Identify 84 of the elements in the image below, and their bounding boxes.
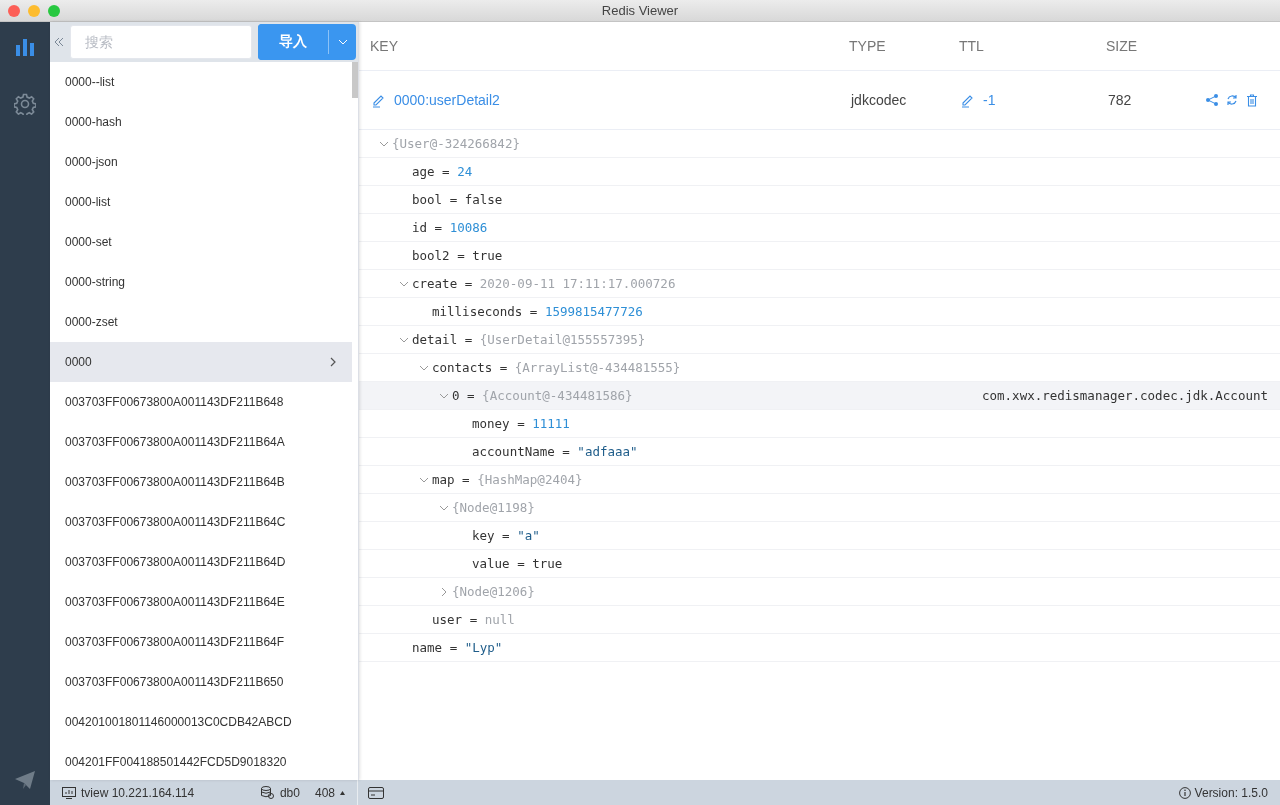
card-icon[interactable]	[368, 786, 384, 799]
key-list-item[interactable]: 003703FF00673800A001143DF211B64E	[50, 582, 352, 622]
key-list-item[interactable]: 0000--list	[50, 62, 352, 102]
database-name[interactable]: db0	[279, 785, 300, 800]
chevron-right-icon[interactable]	[439, 586, 449, 597]
key-count: 408	[314, 785, 335, 800]
tree-node-text: age = 24	[412, 164, 473, 179]
tree-node-text: milliseconds = 1599815477726	[432, 304, 643, 319]
refresh-icon[interactable]	[1226, 94, 1238, 106]
trash-icon[interactable]	[1246, 93, 1258, 107]
key-list-item[interactable]: 003703FF00673800A001143DF211B64C	[50, 502, 352, 542]
key-list-item[interactable]: 0000-json	[50, 142, 352, 182]
key-list-item[interactable]: 003703FF00673800A001143DF211B64F	[50, 622, 352, 662]
column-header: SIZE	[1106, 38, 1139, 54]
key-name[interactable]: 0000:userDetail2	[394, 92, 500, 108]
tree-node-text: bool2 = true	[412, 248, 503, 263]
database-icon	[260, 786, 274, 799]
tree-node-text: {User@-324266842}	[392, 136, 520, 151]
key-list-item[interactable]: 003703FF00673800A001143DF211B64D	[50, 542, 352, 582]
tree-row[interactable]: name = "Lyp"	[359, 634, 1280, 662]
class-name-text: com.xwx.redismanager.codec.jdk.Account	[982, 388, 1268, 403]
search-field[interactable]: 搜索	[70, 25, 252, 59]
tree-row[interactable]: map = {HashMap@2404}	[359, 466, 1280, 494]
key-list-item[interactable]: 003703FF00673800A001143DF211B648	[50, 382, 352, 422]
column-header: TTL	[959, 38, 985, 54]
tree-row[interactable]: money = 11111	[359, 410, 1280, 438]
key-list-item[interactable]: 0000	[50, 342, 352, 382]
tree-row[interactable]: id = 10086	[359, 214, 1280, 242]
tree-node-text: value = true	[472, 556, 563, 571]
tree-node-text: map = {HashMap@2404}	[432, 472, 583, 487]
caret-up-icon[interactable]	[340, 790, 345, 795]
tree-node-text: money = 11111	[472, 416, 570, 431]
caret-icon	[337, 39, 348, 45]
paper-plane-icon[interactable]	[15, 771, 35, 789]
tree-row[interactable]: age = 24	[359, 158, 1280, 186]
double-chevron-left-icon[interactable]	[54, 37, 64, 47]
version-text: Version: 1.5.0	[1194, 785, 1268, 800]
key-list-item[interactable]: 003703FF00673800A001143DF211B650	[50, 662, 352, 702]
key-size: 782	[1108, 92, 1133, 108]
tree-node-text: {Node@1206}	[452, 584, 535, 599]
tree-node-text: create = 2020-09-11 17:11:17.000726	[412, 276, 676, 291]
settings-icon[interactable]	[14, 93, 36, 115]
window-control-icon[interactable]	[48, 4, 60, 17]
key-list-item[interactable]: 004201001801146000013C0CDB42ABCD	[50, 702, 352, 742]
tree-row[interactable]: value = true	[359, 550, 1280, 578]
tree-node-text: name = "Lyp"	[412, 640, 503, 655]
tree-row[interactable]: create = 2020-09-11 17:11:17.000726	[359, 270, 1280, 298]
tree-row[interactable]: 0 = {Account@-434481586} com.xwx.redismanager.codec.jdk.Account	[359, 382, 1280, 410]
column-header: TYPE	[849, 38, 887, 54]
tree-row[interactable]: bool2 = true	[359, 242, 1280, 270]
monitor-icon	[62, 786, 76, 799]
chart-icon[interactable]	[15, 38, 35, 56]
column-header: KEY	[370, 38, 399, 54]
connection-text: tview 10.221.164.114	[81, 785, 196, 800]
info-icon	[1178, 786, 1191, 799]
tree-node-text: bool = false	[412, 192, 503, 207]
key-list-item[interactable]: 0000-zset	[50, 302, 352, 342]
tree-node-text: key = "a"	[472, 528, 540, 543]
key-type: jdkcodec	[851, 92, 908, 108]
tree-node-text: user = null	[432, 612, 515, 627]
tree-node-text: contacts = {ArrayList@-434481555}	[432, 360, 681, 375]
tree-node-text: 0 = {Account@-434481586}	[452, 388, 633, 403]
key-list-item[interactable]: 0000-string	[50, 262, 352, 302]
scrollbar-thumb[interactable]	[352, 62, 358, 98]
tree-row[interactable]: detail = {UserDetail@155557395}	[359, 326, 1280, 354]
key-list-item[interactable]: 004201FF004188501442FCD5D9018320	[50, 742, 352, 780]
tree-row[interactable]: bool = false	[359, 186, 1280, 214]
tree-node-text: detail = {UserDetail@155557395}	[412, 332, 646, 347]
window-title: Redis Viewer	[600, 3, 680, 18]
key-list-item[interactable]: 0000-hash	[50, 102, 352, 142]
tree-node-text: accountName = "adfaaa"	[472, 444, 638, 459]
tree-node-text: id = 10086	[412, 220, 488, 235]
tree-row[interactable]: accountName = "adfaaa"	[359, 438, 1280, 466]
key-list-item[interactable]: 0000-set	[50, 222, 352, 262]
tree-row[interactable]: user = null	[359, 606, 1280, 634]
window-control-icon[interactable]	[8, 4, 20, 17]
share-icon[interactable]	[1206, 94, 1218, 106]
tree-node-text: {Node@1198}	[452, 500, 535, 515]
key-list-item[interactable]: 003703FF00673800A001143DF211B64A	[50, 422, 352, 462]
key-list-item[interactable]: 003703FF00673800A001143DF211B64B	[50, 462, 352, 502]
tree-row[interactable]: milliseconds = 1599815477726	[359, 298, 1280, 326]
key-list-item[interactable]: 0000-list	[50, 182, 352, 222]
tree-row[interactable]: key = "a"	[359, 522, 1280, 550]
chevron-right-icon	[330, 357, 336, 367]
